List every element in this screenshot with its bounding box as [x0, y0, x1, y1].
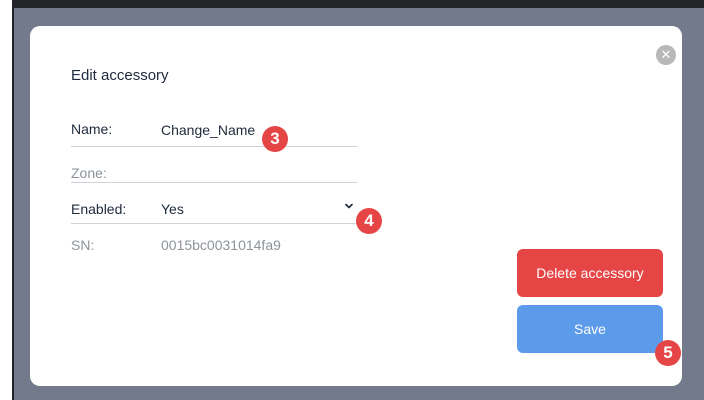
step-badge-5: 5: [655, 340, 681, 366]
zone-label: Zone:: [71, 165, 107, 181]
name-label: Name:: [71, 121, 113, 137]
enabled-label: Enabled:: [71, 201, 127, 217]
save-button[interactable]: Save: [517, 305, 663, 353]
enabled-select-value: Yes: [161, 201, 184, 217]
close-icon[interactable]: ✕: [656, 45, 676, 65]
sn-label: SN:: [71, 237, 95, 253]
name-input[interactable]: [161, 120, 271, 140]
zone-input[interactable]: [161, 164, 351, 184]
enabled-underline: [71, 223, 357, 224]
step-badge-4: 4: [356, 208, 382, 234]
zone-underline: [71, 182, 357, 183]
chevron-down-icon[interactable]: [343, 200, 355, 212]
enabled-select[interactable]: Yes: [161, 198, 357, 220]
window-top-border: [0, 0, 704, 8]
name-underline: [71, 146, 357, 147]
delete-accessory-button[interactable]: Delete accessory: [517, 249, 663, 297]
edit-accessory-dialog: ✕ Edit accessory Name: Zone: Enabled: Ye…: [30, 26, 682, 386]
dialog-title: Edit accessory: [71, 67, 169, 84]
step-badge-3: 3: [262, 126, 288, 152]
sn-value: 0015bc0031014fa9: [161, 237, 281, 253]
